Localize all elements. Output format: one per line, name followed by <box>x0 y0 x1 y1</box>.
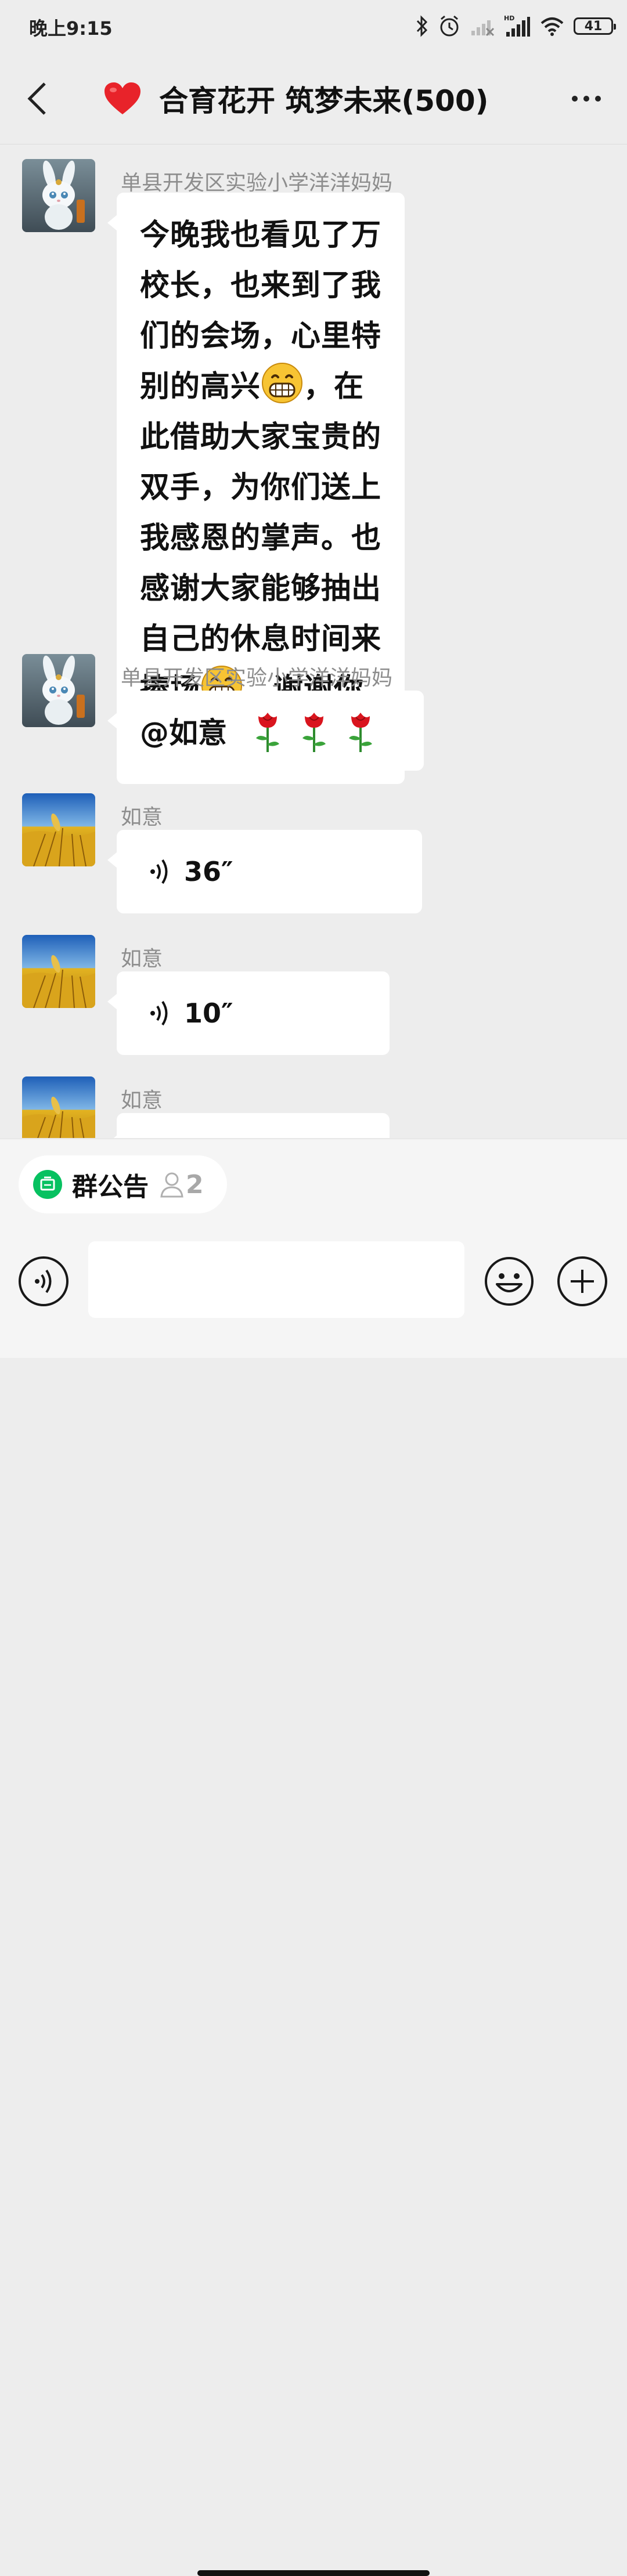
rose-icon <box>349 713 372 752</box>
back-icon <box>27 82 46 115</box>
voice-message-bubble[interactable] <box>107 1113 390 1138</box>
voice-icon <box>35 1269 52 1294</box>
sender-name: 如意 <box>121 947 163 971</box>
avatar[interactable] <box>22 159 95 232</box>
notice-read-count: 2 <box>186 1169 204 1200</box>
notice-bar: 群公告 2 <box>0 1139 627 1228</box>
avatar[interactable] <box>22 935 95 1008</box>
group-notice-button[interactable]: 群公告 2 <box>19 1155 227 1213</box>
bunny-avatar-icon <box>22 159 95 232</box>
group-notice-label: 群公告 <box>72 1172 149 1202</box>
wheat-avatar-icon <box>22 935 95 1008</box>
voice-duration: 36″ <box>184 856 233 887</box>
hd-signal-icon: HD <box>504 15 530 37</box>
voice-wave-icon <box>150 1000 168 1026</box>
heart-icon <box>105 82 140 114</box>
bluetooth-icon <box>416 15 428 37</box>
mention-text: @如意 <box>140 716 227 750</box>
home-indicator[interactable] <box>197 2570 430 2576</box>
rose-icon <box>302 713 326 752</box>
voice-wave-icon <box>150 859 168 884</box>
sender-name: 如意 <box>121 805 163 829</box>
chat-title: 合育花开 筑梦未来(500) <box>159 84 489 118</box>
avatar[interactable] <box>22 1076 95 1138</box>
status-icons: HD 41 <box>416 12 616 41</box>
wheat-avatar-icon <box>22 793 95 866</box>
smiley-icon <box>485 1257 534 1306</box>
mention-message-bubble[interactable]: @如意 <box>107 691 424 771</box>
message-list[interactable]: 单县开发区实验小学洋洋妈妈 今晚我也看见了万校长，也来到了我们的会场，心里特别的… <box>0 144 627 1138</box>
voice-message-bubble[interactable]: 10″ <box>107 971 390 1055</box>
voice-message-bubble[interactable]: 36″ <box>107 830 422 913</box>
chat-title-area[interactable]: 合育花开 筑梦未来(500) <box>103 75 488 122</box>
sender-name: 如意 <box>121 1089 163 1112</box>
sender-name: 单县开发区实验小学洋洋妈妈 <box>121 171 393 195</box>
message-input[interactable] <box>88 1241 464 1318</box>
chat-header: 合育花开 筑梦未来(500) <box>0 53 627 144</box>
grinning-face-icon <box>261 362 304 404</box>
more-icon <box>572 96 578 102</box>
rose-icon <box>256 713 279 752</box>
wheat-avatar-icon <box>22 1076 95 1138</box>
avatar[interactable] <box>22 654 95 727</box>
input-bar <box>0 1227 627 2576</box>
svg-text:HD: HD <box>504 15 514 22</box>
voice-input-toggle-button[interactable] <box>19 1256 69 1306</box>
bunny-avatar-icon <box>22 654 95 727</box>
voice-duration: 10″ <box>184 998 233 1029</box>
plus-icon <box>571 1270 594 1293</box>
group-notice-icon <box>33 1170 62 1199</box>
more-button[interactable] <box>563 84 610 114</box>
more-functions-button[interactable] <box>557 1256 607 1306</box>
sender-name: 单县开发区实验小学洋洋妈妈 <box>121 666 393 690</box>
status-time: 晚上9:15 <box>29 17 113 39</box>
battery-level: 41 <box>584 19 603 34</box>
alarm-icon <box>440 15 459 37</box>
avatar[interactable] <box>22 793 95 866</box>
back-button[interactable] <box>17 77 58 121</box>
battery-icon: 41 <box>574 17 616 35</box>
wifi-icon <box>540 17 564 36</box>
signal-off-icon <box>471 20 495 37</box>
status-bar: 晚上9:15 HD 41 <box>0 0 627 53</box>
message-text-part: ，在此借助大家宝贵的双手，为你们送上我感恩的掌声。也感谢大家能够抽出自己的休息时… <box>140 370 382 707</box>
emoji-button[interactable] <box>484 1256 534 1306</box>
person-icon <box>160 1172 183 1198</box>
